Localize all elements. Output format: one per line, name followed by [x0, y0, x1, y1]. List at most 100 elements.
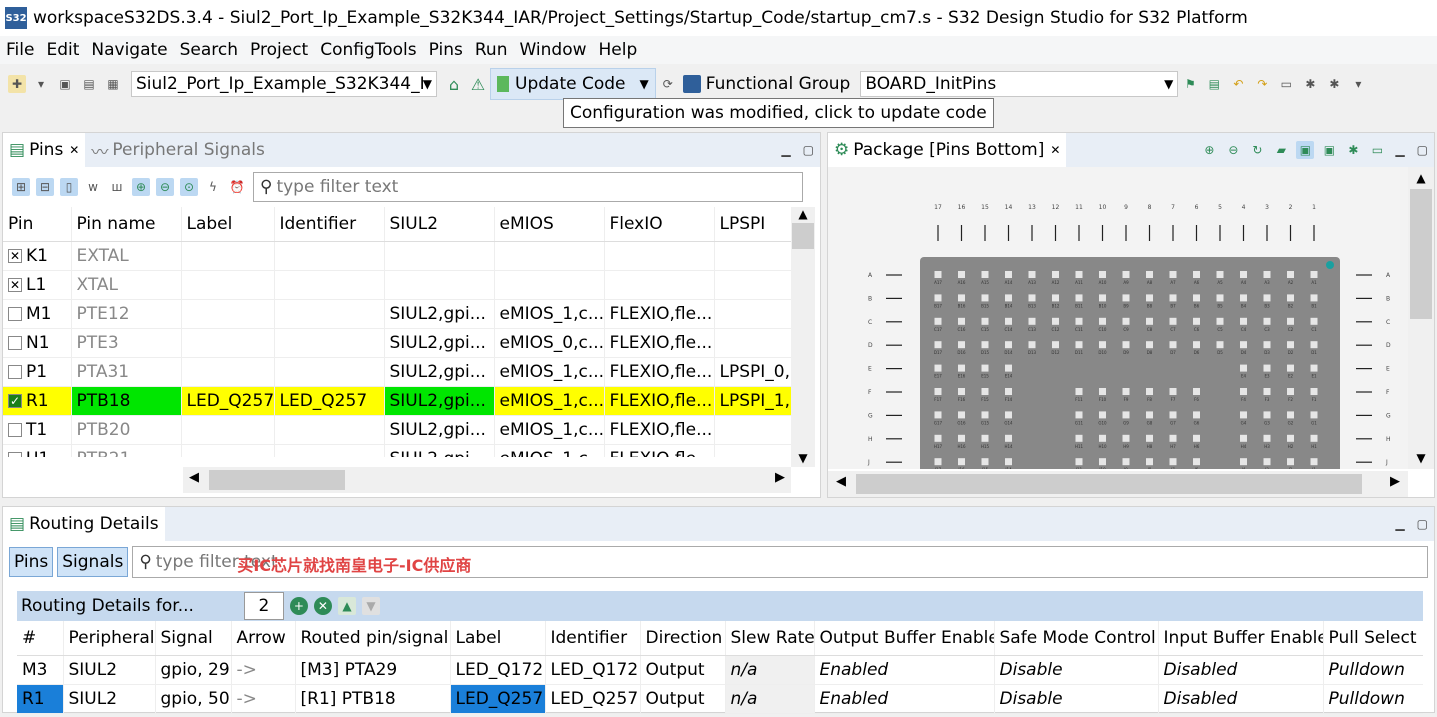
- flexio-cell[interactable]: [604, 241, 715, 271]
- maximize-icon[interactable]: ▢: [1417, 143, 1428, 157]
- siul2-cell[interactable]: SIUL2,gpi...: [384, 415, 495, 445]
- package-vscrollbar[interactable]: ▲ ▼: [1408, 167, 1434, 469]
- tab-peripheral-signals[interactable]: 〰 Peripheral Signals: [85, 138, 270, 163]
- routing-table-row[interactable]: M3 SIUL2 gpio, 29 -> [M3] PTA29 LED_Q172 LED_Q…: [17, 655, 1423, 685]
- remove-icon[interactable]: ✕: [313, 597, 332, 615]
- folder-icon[interactable]: ▰: [1272, 141, 1290, 159]
- col-slew-rate[interactable]: Slew Rate: [725, 621, 815, 656]
- lpspi-cell[interactable]: LPSPI_0,l: [714, 357, 791, 387]
- routing-signal-cell[interactable]: gpio, 50: [155, 684, 232, 714]
- pins-vscrollbar[interactable]: ▲ ▼: [791, 207, 815, 467]
- minimize-icon[interactable]: ▁: [1395, 517, 1404, 531]
- routing-signal-cell[interactable]: gpio, 29: [155, 655, 232, 685]
- routing-id-cell[interactable]: LED_Q172: [545, 655, 641, 685]
- routing-smc-cell[interactable]: Disable: [994, 655, 1159, 685]
- pins-table-row[interactable]: ✕ K1 EXTAL: [3, 241, 791, 271]
- pins-table-row[interactable]: U1 PTB21 SIUL2,gpi... eMIOS_1,c... FLEXIO,fl…: [3, 444, 791, 457]
- siul2-cell[interactable]: SIUL2,gpi...: [384, 328, 495, 358]
- pin-name-cell[interactable]: PTA31: [71, 357, 182, 387]
- table-icon[interactable]: ▤: [1205, 75, 1223, 93]
- col-output-buffer[interactable]: Output Buffer Enable: [814, 621, 995, 656]
- col-label[interactable]: Label: [450, 621, 546, 656]
- routing-num-cell[interactable]: M3: [17, 655, 64, 685]
- chip-view-icon[interactable]: ✱: [1344, 141, 1362, 159]
- emios-cell[interactable]: eMIOS_0,c...: [494, 328, 605, 358]
- pin-name-cell[interactable]: PTB21: [71, 444, 182, 457]
- power-icon[interactable]: ϟ: [204, 178, 222, 196]
- col-label[interactable]: Label: [181, 207, 275, 242]
- flexio-cell[interactable]: FLEXIO,fle...: [604, 299, 715, 329]
- pins-table-row[interactable]: M1 PTE12 SIUL2,gpi... eMIOS_1,c... FLEXIO,fl…: [3, 299, 791, 329]
- col-input-buffer[interactable]: Input Buffer Enable: [1158, 621, 1324, 656]
- pin-route-checkbox[interactable]: ✕: [8, 277, 22, 292]
- pin-route-checkbox[interactable]: [8, 306, 22, 321]
- lpspi-cell[interactable]: [714, 241, 791, 271]
- label-cell[interactable]: [181, 357, 275, 387]
- routing-ibe-cell[interactable]: Disabled: [1158, 684, 1324, 714]
- label-cell[interactable]: [181, 241, 275, 271]
- col-arrow[interactable]: Arrow: [231, 621, 296, 656]
- identifier-cell[interactable]: [274, 415, 385, 445]
- label-cell[interactable]: [181, 328, 275, 358]
- routing-num-cell[interactable]: R1: [17, 684, 64, 714]
- maximize-icon[interactable]: ▢: [1417, 517, 1428, 531]
- identifier-cell[interactable]: [274, 270, 385, 300]
- wave2-icon[interactable]: ш: [108, 178, 126, 196]
- pin-name-cell[interactable]: PTB20: [71, 415, 182, 445]
- col-pin-name[interactable]: Pin name: [71, 207, 182, 242]
- col-flexio[interactable]: FlexIO: [604, 207, 715, 242]
- col-safe-mode[interactable]: Safe Mode Control: [994, 621, 1159, 656]
- pin-name-cell[interactable]: EXTAL: [71, 241, 182, 271]
- identifier-cell[interactable]: [274, 357, 385, 387]
- label-cell[interactable]: [181, 299, 275, 329]
- package-diagram[interactable]: 17 16 15 14 13 12 11 10 9 8 7 6 5 4 3 2 1 A A A17 A16 A15 A14 A…: [828, 167, 1408, 469]
- pins-filter-input[interactable]: ⚲ type filter text: [253, 172, 803, 202]
- siul2-cell[interactable]: [384, 270, 495, 300]
- pin-name-cell[interactable]: PTB18: [71, 386, 182, 416]
- functional-group-combo[interactable]: BOARD_InitPins ▼: [860, 71, 1179, 97]
- update-code-button[interactable]: Update Code ▼: [490, 68, 656, 100]
- home-icon[interactable]: ⌂: [445, 75, 463, 94]
- label-cell[interactable]: [181, 270, 275, 300]
- add-icon[interactable]: +: [289, 597, 308, 615]
- flexio-cell[interactable]: [604, 270, 715, 300]
- pin-cell[interactable]: U1: [3, 444, 72, 457]
- pins-table-row[interactable]: ✕ L1 XTAL: [3, 270, 791, 300]
- package-canvas[interactable]: 17 16 15 14 13 12 11 10 9 8 7 6 5 4 3 2 1 A A A17 A16 A15 A14 A…: [828, 167, 1408, 469]
- pins-table-row[interactable]: ✓ R1 PTB18 LED_Q257 LED_Q257 SIUL2,gpi... eMIO…: [3, 386, 791, 416]
- menu-run[interactable]: Run: [469, 40, 514, 60]
- col-num[interactable]: #: [17, 621, 64, 656]
- pins-hscrollbar[interactable]: ◀ ▶: [183, 467, 791, 493]
- maximize-icon[interactable]: ▢: [803, 143, 814, 157]
- update-dropdown-icon[interactable]: ▼: [640, 77, 649, 91]
- routing-filter-input[interactable]: ⚲ type filter text 买IC芯片就找南皇电子-IC供应商: [132, 546, 1429, 578]
- routing-arrow-cell[interactable]: ->: [231, 684, 296, 714]
- scroll-right-icon[interactable]: ▶: [1390, 474, 1400, 489]
- routing-smc-cell[interactable]: Disable: [994, 684, 1159, 714]
- package-vscroll-thumb[interactable]: [1410, 189, 1432, 319]
- col-emios[interactable]: eMIOS: [494, 207, 605, 242]
- pin-name-cell[interactable]: PTE3: [71, 328, 182, 358]
- col-direction[interactable]: Direction: [640, 621, 726, 656]
- scroll-left-icon[interactable]: ◀: [836, 474, 846, 489]
- lpspi-cell[interactable]: [714, 270, 791, 300]
- pin-route-checkbox[interactable]: [8, 422, 22, 437]
- lpspi-cell[interactable]: [714, 444, 791, 457]
- pins-top-icon[interactable]: ▣: [1296, 141, 1315, 159]
- label-cell[interactable]: [181, 444, 275, 457]
- col-signal[interactable]: Signal: [155, 621, 232, 656]
- siul2-cell[interactable]: SIUL2,gpi...: [384, 357, 495, 387]
- wave-icon[interactable]: w: [84, 178, 102, 196]
- tab-pins[interactable]: ▤ Pins ✕: [3, 133, 86, 167]
- warning-icon[interactable]: ⚠: [469, 75, 487, 94]
- route3-icon[interactable]: ⊙: [180, 178, 198, 196]
- move-up-icon[interactable]: ▲: [337, 597, 356, 615]
- redo-icon[interactable]: ↷: [1253, 75, 1271, 93]
- menu-project[interactable]: Project: [244, 40, 314, 60]
- routing-ibe-cell[interactable]: Disabled: [1158, 655, 1324, 685]
- scroll-down-icon[interactable]: ▼: [1408, 451, 1434, 465]
- col-pull-select[interactable]: Pull Select: [1323, 621, 1423, 656]
- pin-layout3-icon[interactable]: ▯: [60, 178, 78, 196]
- flexio-cell[interactable]: FLEXIO,fle...: [604, 357, 715, 387]
- label-cell[interactable]: LED_Q257: [181, 386, 275, 416]
